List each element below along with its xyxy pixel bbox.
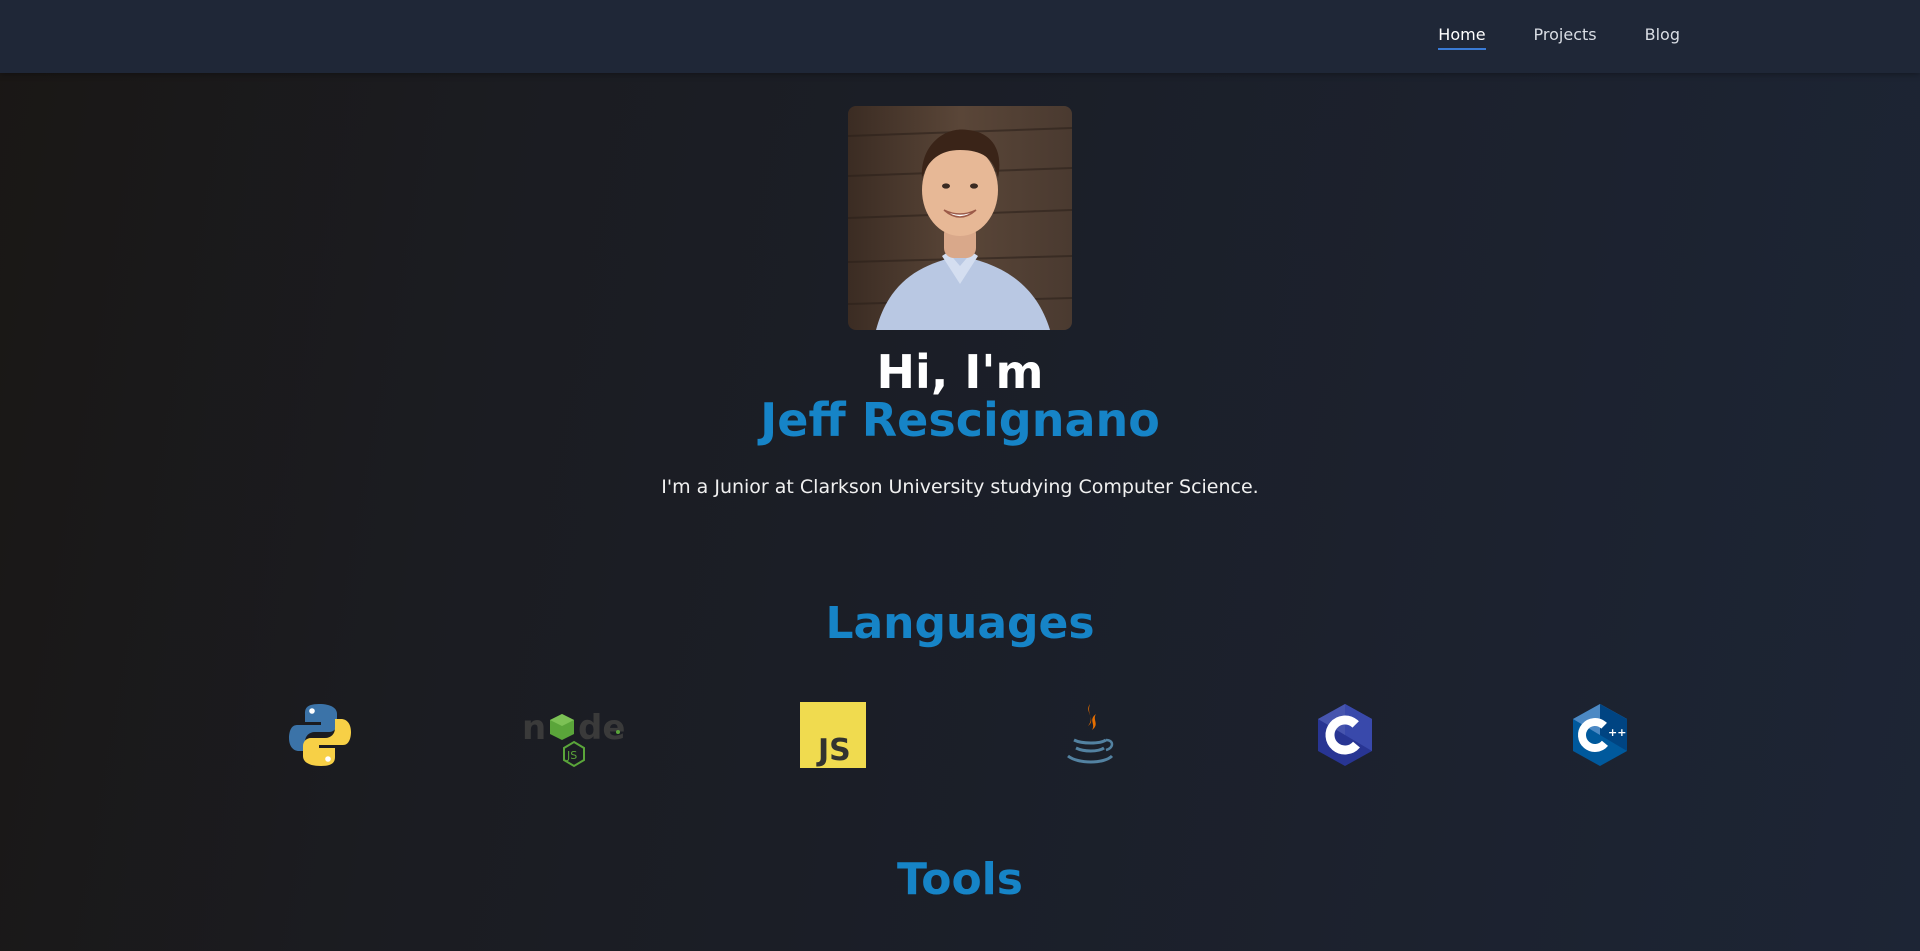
svg-text:JS: JS [816,733,851,768]
nav-blog-link[interactable]: Blog [1645,25,1680,47]
svg-text:de: de [578,708,625,748]
languages-row: n de JS JS ++ [0,702,1920,768]
python-icon [287,702,353,768]
languages-title: Languages [825,598,1095,649]
nav-home-link[interactable]: Home [1438,25,1486,50]
hero-subtitle: I'm a Junior at Clarkson University stud… [661,476,1259,498]
profile-photo [848,106,1072,330]
navbar: Home Projects Blog [0,0,1920,73]
svg-text:n: n [522,708,546,748]
nodejs-icon: n de JS [522,702,630,768]
svg-text:JS: JS [566,749,577,762]
tools-title: Tools [897,854,1023,905]
javascript-icon: JS [800,702,866,768]
svg-text:++: ++ [1608,726,1626,739]
c-icon [1312,702,1378,768]
nav-links: Home Projects Blog [1438,25,1680,50]
hero-name: Jeff Rescignano [760,393,1160,447]
nav-projects-link[interactable]: Projects [1534,25,1597,47]
java-icon [1056,702,1122,768]
cpp-icon: ++ [1567,702,1633,768]
